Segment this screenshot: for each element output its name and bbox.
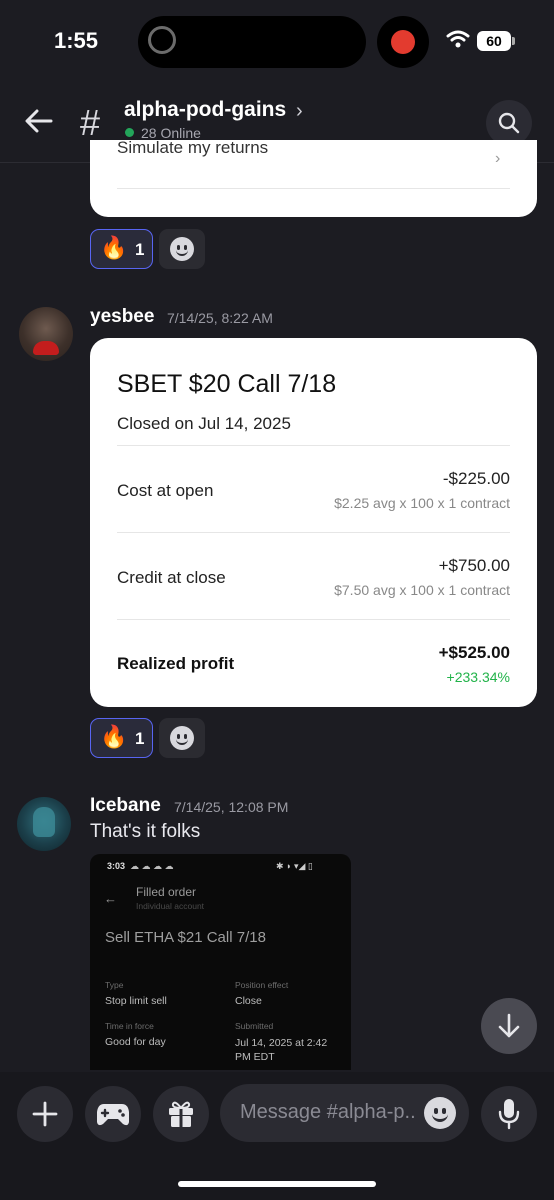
profit-percent: +233.34% — [446, 669, 510, 685]
trade-card[interactable]: SBET $20 Call 7/18 Closed on Jul 14, 202… — [90, 338, 537, 707]
field-value: Stop limit sell — [105, 995, 167, 1007]
field-label: Type — [105, 980, 124, 990]
plus-icon — [32, 1101, 58, 1127]
battery-level: 60 — [486, 33, 502, 49]
notification-icons: ☁ ☁ ☁ ☁ — [130, 861, 174, 871]
cost-value: -$225.00 — [442, 469, 510, 488]
screenshot-time: 3:03 — [107, 861, 126, 871]
attached-screenshot[interactable]: 3:03 ☁ ☁ ☁ ☁ ✱ ◗ ▾◢ ▯ ← Filled order Ind… — [90, 854, 351, 1070]
arrow-down-icon — [498, 1013, 520, 1038]
reaction-count: 1 — [135, 240, 145, 259]
cost-detail: $2.25 avg x 100 x 1 contract — [334, 495, 510, 511]
credit-value: +$750.00 — [438, 556, 510, 575]
divider — [117, 619, 510, 620]
status-time: 1:55 — [54, 28, 99, 53]
fire-emoji: 🔥 — [100, 724, 128, 749]
avatar-icebane[interactable] — [17, 797, 71, 851]
record-dot-icon — [391, 30, 415, 54]
field-label: Submitted — [235, 1021, 274, 1031]
loading-ring-icon — [148, 26, 176, 54]
hash-icon: # — [80, 102, 101, 143]
divider — [117, 445, 510, 446]
battery-indicator: 60 — [477, 31, 515, 51]
author-name[interactable]: Icebane — [90, 795, 161, 817]
message-input[interactable]: Message #alpha-p.. — [220, 1084, 469, 1142]
chevron-right-icon: › — [495, 150, 501, 167]
dynamic-island — [138, 16, 366, 68]
credit-detail: $7.50 avg x 100 x 1 contract — [334, 582, 510, 598]
phone-status-icons: ✱ ◗ ▾◢ ▯ — [276, 861, 313, 871]
screenshot-header-title: Filled order — [136, 885, 197, 899]
search-icon — [498, 112, 520, 134]
profit-label: Realized profit — [117, 654, 235, 673]
chevron-right-icon[interactable]: › — [296, 100, 303, 123]
divider — [117, 188, 510, 189]
screenshot-order-title: Sell ETHA $21 Call 7/18 — [105, 929, 266, 946]
recording-indicator — [377, 16, 429, 68]
back-arrow-icon[interactable] — [24, 106, 54, 136]
add-reaction-button[interactable] — [159, 718, 205, 758]
reaction-fire[interactable]: 🔥 1 — [90, 229, 153, 269]
message-timestamp: 7/14/25, 8:22 AM — [167, 310, 273, 326]
field-label: Position effect — [235, 980, 289, 990]
channel-name[interactable]: alpha-pod-gains — [124, 98, 286, 122]
field-value: Good for day — [105, 1036, 166, 1048]
screenshot-header-subtitle: Individual account — [136, 901, 205, 911]
profit-value: +$525.00 — [438, 643, 510, 662]
emoji-icon — [170, 237, 194, 261]
message-placeholder: Message #alpha-p.. — [240, 1101, 416, 1123]
gift-icon — [169, 1101, 193, 1127]
message-text: That's it folks — [90, 821, 201, 842]
field-label: Time in force — [105, 1021, 154, 1031]
add-button[interactable] — [17, 1086, 73, 1142]
fire-emoji: 🔥 — [100, 235, 128, 260]
emoji-icon[interactable] — [424, 1097, 456, 1129]
back-arrow-icon: ← — [104, 891, 117, 906]
microphone-icon — [498, 1099, 520, 1130]
emoji-icon — [170, 726, 194, 750]
reaction-count: 1 — [135, 729, 145, 748]
closed-date: Closed on Jul 14, 2025 — [117, 414, 291, 433]
author-name[interactable]: yesbee — [90, 306, 154, 328]
message-timestamp: 7/14/25, 12:08 PM — [174, 799, 289, 815]
gift-button[interactable] — [153, 1086, 209, 1142]
wifi-icon — [446, 30, 470, 48]
add-reaction-button[interactable] — [159, 229, 205, 269]
field-value: Close — [235, 995, 262, 1007]
online-status-dot — [125, 128, 134, 137]
credit-label: Credit at close — [117, 568, 226, 587]
home-indicator[interactable] — [178, 1181, 376, 1187]
reaction-fire[interactable]: 🔥 1 — [90, 718, 153, 758]
jump-to-latest-button[interactable] — [481, 998, 537, 1054]
online-count: 28 Online — [141, 125, 201, 141]
cost-label: Cost at open — [117, 481, 214, 500]
previous-card: Simulate my returns › — [90, 140, 537, 217]
field-value: Jul 14, 2025 at 2:42 PM EDT — [235, 1037, 328, 1063]
divider — [117, 532, 510, 533]
voice-message-button[interactable] — [481, 1086, 537, 1142]
activities-button[interactable] — [85, 1086, 141, 1142]
trade-title: SBET $20 Call 7/18 — [117, 370, 337, 398]
avatar-yesbee[interactable] — [19, 307, 73, 361]
simulate-returns-row[interactable]: Simulate my returns — [117, 140, 268, 158]
gamepad-icon — [97, 1104, 129, 1126]
